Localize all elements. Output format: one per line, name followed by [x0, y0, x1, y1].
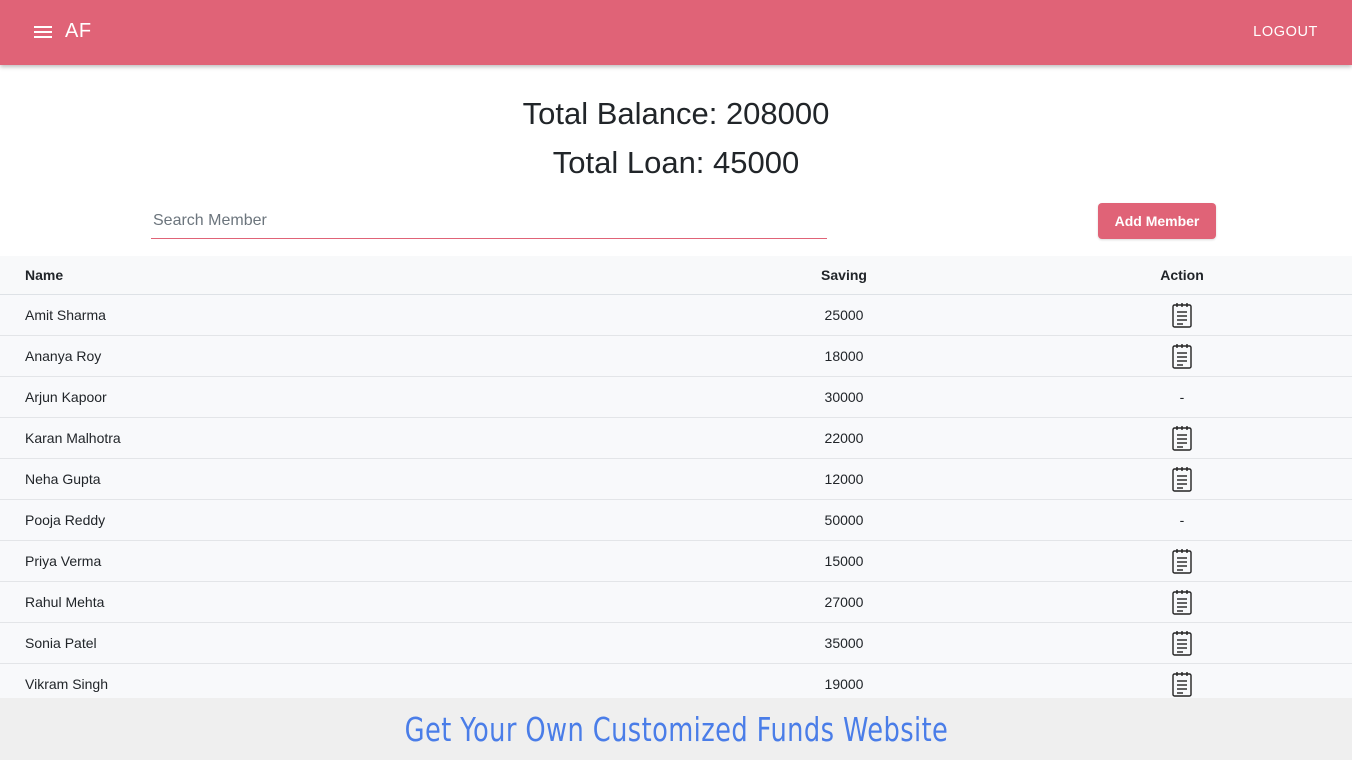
clipboard-icon[interactable]: [1171, 343, 1193, 369]
member-saving: 19000: [824, 676, 864, 692]
member-saving: 27000: [824, 594, 864, 610]
table-row: Arjun Kapoor 30000 -: [0, 377, 1352, 418]
member-name: Vikram Singh: [25, 676, 109, 692]
search-input[interactable]: [151, 205, 827, 237]
clipboard-icon[interactable]: [1171, 630, 1193, 656]
member-name: Karan Malhotra: [25, 430, 121, 446]
table-header: Name Saving Action: [0, 256, 1352, 295]
column-header-name[interactable]: Name: [25, 267, 63, 283]
clipboard-icon[interactable]: [1171, 466, 1193, 492]
total-balance: Total Balance: 208000: [522, 96, 830, 131]
member-name: Neha Gupta: [25, 471, 101, 487]
column-header-action: Action: [1160, 267, 1204, 283]
member-name: Arjun Kapoor: [25, 389, 107, 405]
member-saving: 25000: [824, 307, 864, 323]
table-row: Rahul Mehta 27000: [0, 582, 1352, 623]
hamburger-menu-icon[interactable]: [34, 22, 54, 42]
no-action: -: [1179, 512, 1185, 528]
no-action: -: [1179, 389, 1185, 405]
member-saving: 22000: [824, 430, 864, 446]
search-field: [151, 205, 827, 239]
column-header-saving[interactable]: Saving: [821, 267, 867, 283]
promo-banner-text[interactable]: Get Your Own Customized Funds Website: [404, 710, 948, 749]
member-name: Priya Verma: [25, 553, 102, 569]
promo-banner[interactable]: Get Your Own Customized Funds Website: [0, 698, 1352, 760]
member-saving: 12000: [824, 471, 864, 487]
member-name: Rahul Mehta: [25, 594, 105, 610]
clipboard-icon[interactable]: [1171, 302, 1193, 328]
member-name: Amit Sharma: [25, 307, 106, 323]
member-saving: 15000: [824, 553, 864, 569]
table-row: Neha Gupta 12000: [0, 459, 1352, 500]
members-table: Name Saving Action Amit Sharma 25000 Anany…: [0, 256, 1352, 705]
add-member-button[interactable]: Add Member: [1098, 203, 1216, 239]
clipboard-icon[interactable]: [1171, 548, 1193, 574]
table-row: Amit Sharma 25000: [0, 295, 1352, 336]
table-row: Karan Malhotra 22000: [0, 418, 1352, 459]
clipboard-icon[interactable]: [1171, 425, 1193, 451]
clipboard-icon[interactable]: [1171, 589, 1193, 615]
brand-title[interactable]: AF: [65, 20, 92, 43]
clipboard-icon[interactable]: [1171, 671, 1193, 697]
member-name: Pooja Reddy: [25, 512, 106, 528]
app-bar: AF LOGOUT: [0, 0, 1352, 65]
member-saving: 30000: [824, 389, 864, 405]
member-name: Ananya Roy: [25, 348, 102, 364]
table-row: Ananya Roy 18000: [0, 336, 1352, 377]
member-name: Sonia Patel: [25, 635, 97, 651]
member-saving: 50000: [824, 512, 864, 528]
table-row: Sonia Patel 35000: [0, 623, 1352, 664]
table-row: Pooja Reddy 50000 -: [0, 500, 1352, 541]
member-saving: 18000: [824, 348, 864, 364]
member-saving: 35000: [824, 635, 864, 651]
table-row: Priya Verma 15000: [0, 541, 1352, 582]
logout-button[interactable]: LOGOUT: [1253, 24, 1318, 40]
total-loan: Total Loan: 45000: [552, 145, 800, 180]
table-body: Amit Sharma 25000 Ananya Roy 18000 Arjun Kap…: [0, 295, 1352, 705]
